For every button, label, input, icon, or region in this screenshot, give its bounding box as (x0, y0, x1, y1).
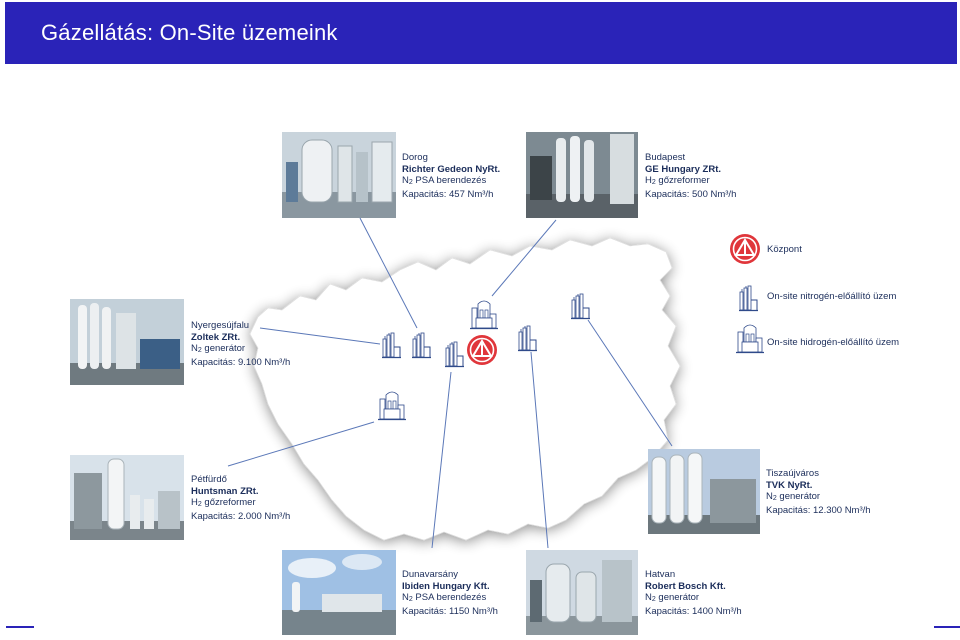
site-equipment: N2 generátor (191, 343, 246, 355)
site-company: Huntsman ZRt. (191, 485, 259, 497)
site-capacity: Kapacitás: 500 Nm³/h (645, 188, 737, 200)
site-label-petfurdo: Pétfürdő Huntsman ZRt. H2 gőzreformer Ka… (191, 474, 290, 522)
site-city: Pétfürdő (191, 474, 227, 485)
site-company: GE Hungary ZRt. (645, 163, 722, 175)
site-photo-nyergesujfalu (70, 299, 184, 385)
site-equipment: H2 gőzreformer (191, 497, 256, 509)
site-company: Ibiden Hungary Kft. (402, 580, 490, 592)
legend-label-hydrogen: On-site hidrogén-előállító üzem (767, 337, 900, 348)
hydrogen-plant-icon (735, 324, 765, 354)
site-capacity: Kapacitás: 2.000 Nm³/h (191, 510, 291, 522)
site-label-hatvan: Hatvan Robert Bosch Kft. N2 generátor Ka… (645, 569, 742, 617)
site-capacity: Kapacitás: 457 Nm³/h (402, 188, 494, 200)
site-city: Budapest (645, 152, 686, 163)
site-company: TVK NyRt. (766, 479, 813, 491)
site-label-budapest: Budapest GE Hungary ZRt. H2 gőzreformer … (645, 152, 736, 200)
site-city: Dunavarsány (402, 569, 458, 580)
kozpont-logo-icon (466, 334, 498, 366)
site-photo-tiszaujvaros (648, 449, 760, 534)
footer-accent-right (934, 626, 960, 628)
site-capacity: Kapacitás: 12.300 Nm³/h (766, 504, 871, 516)
footer-accent-left (6, 626, 34, 628)
site-city: Nyergesújfalu (191, 320, 250, 331)
legend-label-nitrogen: On-site nitrogén-előállító üzem (767, 291, 897, 302)
site-equipment: N2 generátor (645, 592, 700, 604)
legend-label-kozpont: Központ (767, 244, 802, 255)
site-photo-dorog (282, 132, 396, 218)
site-company: Zoltek ZRt. (191, 331, 241, 343)
site-city: Dorog (402, 152, 428, 163)
site-label-dunavarsany: Dunavarsány Ibiden Hungary Kft. N2 PSA b… (402, 569, 498, 617)
kozpont-logo-icon (729, 233, 761, 265)
site-equipment: N2 PSA berendezés (402, 175, 487, 187)
site-label-nyergesujfalu: Nyergesújfalu Zoltek ZRt. N2 generátor K… (191, 320, 290, 368)
site-equipment: N2 PSA berendezés (402, 592, 487, 604)
site-label-tiszaujvaros: Tiszaújváros TVK NyRt. N2 generátor Kapa… (766, 468, 871, 516)
site-label-dorog: Dorog Richter Gedeon NyRt. N2 PSA berend… (402, 152, 500, 200)
site-capacity: Kapacitás: 1400 Nm³/h (645, 605, 742, 617)
site-photo-budapest (526, 132, 638, 218)
site-city: Hatvan (645, 569, 676, 580)
site-photo-hatvan (526, 550, 638, 635)
site-photo-dunavarsany (282, 550, 396, 635)
site-capacity: Kapacitás: 9.100 Nm³/h (191, 356, 291, 368)
site-company: Robert Bosch Kft. (645, 580, 726, 592)
site-capacity: Kapacitás: 1150 Nm³/h (402, 605, 498, 617)
site-equipment: N2 generátor (766, 491, 821, 503)
site-equipment: H2 gőzreformer (645, 175, 710, 187)
hungary-map-shape (249, 237, 681, 541)
site-photo-petfurdo (70, 455, 184, 540)
site-city: Tiszaújváros (766, 468, 819, 479)
site-company: Richter Gedeon NyRt. (402, 163, 501, 175)
nitrogen-plant-icon (738, 285, 759, 312)
